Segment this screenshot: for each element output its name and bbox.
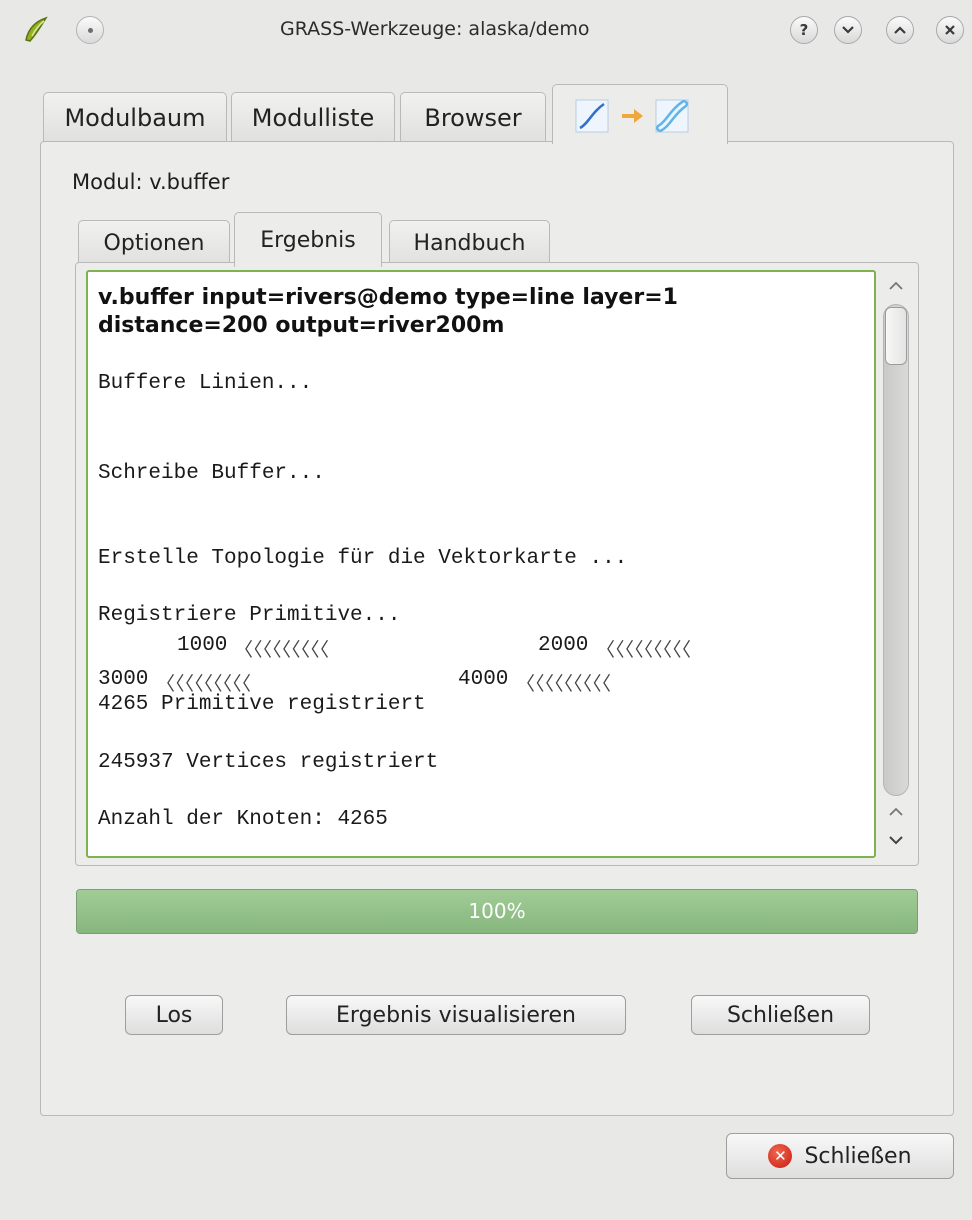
chevron-up-icon xyxy=(889,807,903,816)
run-button[interactable]: Los xyxy=(125,995,223,1035)
scroll-thumb[interactable] xyxy=(885,307,907,365)
scroll-track[interactable] xyxy=(883,304,909,796)
qgis-app-icon xyxy=(25,16,48,42)
progress-ticks: 〈〈〈〈〈〈〈〈〈 xyxy=(156,674,252,696)
window-menu-button[interactable] xyxy=(76,16,104,44)
tab-label: Ergebnis xyxy=(260,227,356,253)
log-line: Erstelle Topologie für die Vektorkarte .… xyxy=(98,547,628,570)
progress-ticks: 〈〈〈〈〈〈〈〈〈 xyxy=(234,640,330,662)
log-line: Buffere Linien... xyxy=(98,372,313,395)
progress-ticks: 〈〈〈〈〈〈〈〈〈 xyxy=(516,674,612,696)
tab-handbuch[interactable]: Handbuch xyxy=(389,220,550,265)
close-module-button[interactable]: Schließen xyxy=(691,995,870,1035)
chevron-down-icon xyxy=(889,836,903,845)
scroll-down-button[interactable] xyxy=(878,826,914,854)
help-button[interactable]: ? xyxy=(790,16,818,44)
close-icon xyxy=(945,25,955,35)
tab-label: Handbuch xyxy=(413,230,526,256)
tab-label: Browser xyxy=(424,103,522,132)
progress-count: 3000 xyxy=(98,668,149,691)
progress-count: 2000 xyxy=(538,634,589,657)
close-dialog-button[interactable]: ✕ Schließen xyxy=(726,1133,954,1179)
tab-browser[interactable]: Browser xyxy=(400,92,546,142)
title-bar: GRASS-Werkzeuge: alaska/demo ? xyxy=(0,0,972,62)
progress-ticks: 〈〈〈〈〈〈〈〈〈 xyxy=(596,640,692,662)
progress-count: 4000 xyxy=(458,668,509,691)
tab-module-run[interactable] xyxy=(552,84,728,144)
command-line-1: v.buffer input=rivers@demo type=line lay… xyxy=(98,285,678,310)
tab-label: Modulbaum xyxy=(64,103,206,132)
command-line-2: distance=200 output=river200m xyxy=(98,313,505,338)
log-line: Registriere Primitive... xyxy=(98,604,401,627)
close-window-button[interactable] xyxy=(936,16,964,44)
log-line: 4265 Primitive registriert xyxy=(98,693,426,716)
button-label: Los xyxy=(155,1002,193,1028)
log-line: 245937 Vertices registriert xyxy=(98,751,439,774)
tab-optionen[interactable]: Optionen xyxy=(78,220,230,265)
progress-label: 100% xyxy=(468,899,526,923)
button-label: Schließen xyxy=(804,1143,912,1169)
tab-modulbaum[interactable]: Modulbaum xyxy=(43,92,227,142)
chevron-down-icon xyxy=(842,26,854,34)
log-line: Schreibe Buffer... xyxy=(98,462,325,485)
window-title: GRASS-Werkzeuge: alaska/demo xyxy=(280,18,590,40)
tab-label: Modulliste xyxy=(251,103,375,132)
log-line: Anzahl der Knoten: 4265 xyxy=(98,808,388,831)
progress-bar: 100% xyxy=(76,889,918,934)
chevron-up-icon xyxy=(894,26,906,34)
maximize-button[interactable] xyxy=(886,16,914,44)
help-icon: ? xyxy=(799,21,809,39)
progress-count: 1000 xyxy=(177,634,228,657)
tab-modulliste[interactable]: Modulliste xyxy=(231,92,395,142)
minimize-button[interactable] xyxy=(834,16,862,44)
module-name-label: Modul: v.buffer xyxy=(72,170,230,194)
tab-ergebnis[interactable]: Ergebnis xyxy=(234,212,382,267)
visualize-result-button[interactable]: Ergebnis visualisieren xyxy=(286,995,626,1035)
line-to-buffer-icon xyxy=(575,99,689,132)
chevron-up-icon xyxy=(889,281,903,290)
close-icon: ✕ xyxy=(768,1144,793,1168)
output-text-area[interactable]: v.buffer input=rivers@demo type=line lay… xyxy=(86,270,876,858)
output-scrollbar[interactable] xyxy=(878,272,914,858)
scroll-up-button[interactable] xyxy=(878,272,914,300)
button-label: Schließen xyxy=(726,1002,835,1028)
button-label: Ergebnis visualisieren xyxy=(336,1002,576,1028)
scroll-up-button-bottom[interactable] xyxy=(878,798,914,826)
tab-label: Optionen xyxy=(103,230,205,256)
